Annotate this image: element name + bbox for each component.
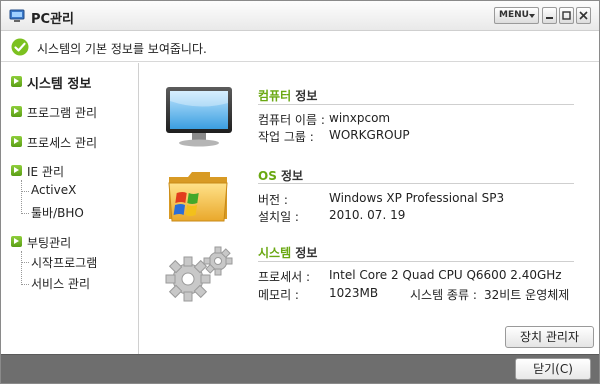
section-divider xyxy=(258,183,574,184)
computer-info-title: 컴퓨터 정보 xyxy=(258,87,317,104)
computer-title-accent: 컴퓨터 xyxy=(258,89,292,103)
info-bar: 시스템의 기본 정보를 보여줍니다. xyxy=(1,32,599,62)
minimize-button[interactable] xyxy=(542,7,557,24)
memory-value: 1023MB xyxy=(329,286,379,300)
memory-label: 메모리 : xyxy=(258,288,299,302)
computer-name-label: 컴퓨터 이름 : xyxy=(258,113,325,127)
menu-button[interactable]: MENU xyxy=(494,7,539,24)
install-date-value: 2010. 07. 19 xyxy=(329,208,406,222)
gears-icon xyxy=(162,243,236,308)
system-title-accent: 시스템 xyxy=(258,246,292,260)
sidebar-item-label: 프로세스 관리 xyxy=(27,136,98,150)
sidebar-subitem-toolbar-bho[interactable]: 툴바/BHO xyxy=(19,204,84,222)
arrow-bullet-icon xyxy=(11,165,22,176)
title-bar: PC관리 MENU xyxy=(1,1,599,31)
sidebar-subitem-activex[interactable]: ActiveX xyxy=(19,183,76,201)
processor-value: Intel Core 2 Quad CPU Q6600 2.40GHz xyxy=(329,268,562,282)
os-version-label: 버전 : xyxy=(258,193,288,207)
monitor-icon xyxy=(164,85,234,152)
arrow-bullet-icon xyxy=(11,106,22,117)
sidebar-item-label: 시스템 정보 xyxy=(27,77,92,92)
arrow-bullet-icon xyxy=(11,236,22,247)
window-title: PC관리 xyxy=(31,12,74,27)
pc-management-window: PC관리 MENU 시스템의 기본 정보를 보여줍니다. 시스템 정보 프로그램… xyxy=(0,0,600,384)
section-divider xyxy=(258,104,574,105)
system-title-rest: 정보 xyxy=(291,246,318,260)
install-date-label: 설치일 : xyxy=(258,210,299,224)
os-title-rest: 정보 xyxy=(276,169,304,183)
system-type-label: 시스템 종류 : xyxy=(410,288,477,302)
footer-bar: 닫기(C) xyxy=(1,354,599,383)
main-content: 컴퓨터 정보 컴퓨터 이름 : winxpcom 작업 그룹 : WORKGRO… xyxy=(140,63,599,354)
system-type-value: 32비트 운영체제 xyxy=(484,288,570,302)
sidebar-item-label: IE 관리 xyxy=(27,165,65,179)
processor-label: 프로세서 : xyxy=(258,270,311,284)
check-icon xyxy=(11,38,29,59)
os-info-title: OS 정보 xyxy=(258,167,303,184)
chevron-down-icon xyxy=(529,14,535,18)
arrow-bullet-icon xyxy=(11,136,22,147)
computer-title-rest: 정보 xyxy=(291,89,318,103)
close-button[interactable]: 닫기(C) xyxy=(515,358,591,380)
menu-label: MENU xyxy=(499,10,529,20)
system-info-title: 시스템 정보 xyxy=(258,244,317,261)
sidebar-subitem-service-management[interactable]: 서비스 관리 xyxy=(19,275,90,293)
device-manager-button[interactable]: 장치 관리자 xyxy=(505,326,594,348)
info-message: 시스템의 기본 정보를 보여줍니다. xyxy=(37,42,207,56)
folder-icon xyxy=(166,167,230,228)
os-title-accent: OS xyxy=(258,169,277,183)
arrow-bullet-icon xyxy=(11,76,22,87)
maximize-icon xyxy=(562,11,571,20)
sidebar-item-label: 부팅관리 xyxy=(27,236,72,250)
workgroup-value: WORKGROUP xyxy=(329,128,410,142)
sidebar-item-label: 프로그램 관리 xyxy=(27,106,98,120)
computer-name-value: winxpcom xyxy=(329,111,391,125)
pc-app-icon xyxy=(9,8,25,24)
maximize-button[interactable] xyxy=(559,7,574,24)
minimize-icon xyxy=(546,17,553,19)
close-icon xyxy=(579,11,588,20)
sidebar: 시스템 정보 프로그램 관리 프로세스 관리 IE 관리 ActiveX 툴바/… xyxy=(1,63,139,354)
os-version-value: Windows XP Professional SP3 xyxy=(329,191,505,205)
workgroup-label: 작업 그룹 : xyxy=(258,130,314,144)
sidebar-subitem-startup-programs[interactable]: 시작프로그램 xyxy=(19,254,97,272)
close-window-button[interactable] xyxy=(576,7,591,24)
section-divider xyxy=(258,261,574,262)
